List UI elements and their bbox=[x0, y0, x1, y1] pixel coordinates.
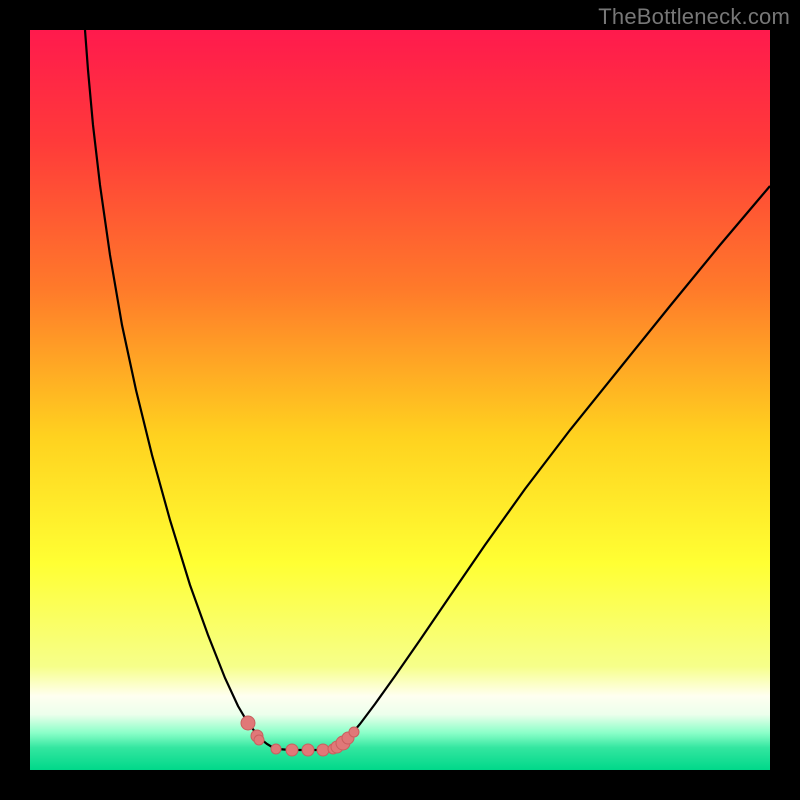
marker-point bbox=[271, 744, 281, 754]
marker-point bbox=[302, 744, 314, 756]
marker-point bbox=[317, 744, 329, 756]
gradient-background bbox=[30, 30, 770, 770]
marker-point bbox=[349, 727, 359, 737]
marker-point bbox=[254, 735, 264, 745]
marker-point bbox=[286, 744, 298, 756]
marker-point bbox=[241, 716, 255, 730]
plot-svg bbox=[30, 30, 770, 770]
watermark-text: TheBottleneck.com bbox=[598, 4, 790, 30]
plot-area bbox=[30, 30, 770, 770]
chart-frame: TheBottleneck.com bbox=[0, 0, 800, 800]
